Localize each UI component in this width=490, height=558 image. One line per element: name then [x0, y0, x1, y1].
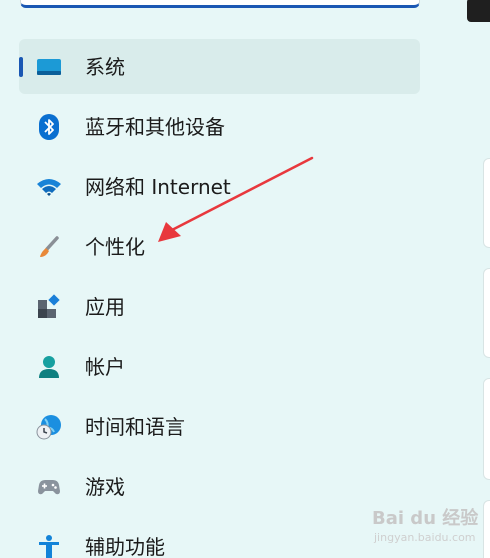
bluetooth-icon: [36, 114, 62, 140]
sidebar-item-time-language[interactable]: 时间和语言: [19, 399, 420, 454]
sidebar-item-accounts[interactable]: 帐户: [19, 339, 420, 394]
sidebar-item-label: 蓝牙和其他设备: [85, 115, 225, 139]
apps-icon: [36, 294, 62, 320]
sidebar-item-label: 辅助功能: [85, 535, 165, 558]
sidebar-item-apps[interactable]: 应用: [19, 279, 420, 334]
content-card: [483, 268, 490, 358]
sidebar-item-network[interactable]: 网络和 Internet: [19, 159, 420, 214]
sidebar-item-label: 网络和 Internet: [85, 175, 231, 199]
sidebar-item-label: 时间和语言: [85, 415, 185, 439]
wifi-icon: [36, 174, 62, 200]
sidebar-item-bluetooth[interactable]: 蓝牙和其他设备: [19, 99, 420, 154]
brush-icon: [36, 234, 62, 260]
display-icon: [36, 54, 62, 80]
sidebar-item-gaming[interactable]: 游戏: [19, 459, 420, 514]
globe-clock-icon: [36, 414, 62, 440]
sidebar-item-label: 个性化: [85, 235, 145, 259]
watermark-url: jingyan.baidu.com: [374, 531, 476, 544]
accessibility-icon: [36, 534, 62, 558]
gamepad-icon: [36, 474, 62, 500]
selection-indicator: [19, 57, 23, 77]
sidebar-item-label: 游戏: [85, 475, 125, 499]
sidebar-item-label: 帐户: [85, 355, 125, 379]
sidebar-item-accessibility[interactable]: 辅助功能: [19, 519, 420, 558]
content-card: [483, 158, 490, 248]
search-box[interactable]: [20, 0, 420, 8]
person-icon: [36, 354, 62, 380]
right-panel-edge: [467, 0, 490, 22]
content-card: [483, 378, 490, 480]
settings-window: 系统 蓝牙和其他设备 网络和 Internet 个性化 应用 帐户 时间和语言 …: [0, 0, 490, 558]
content-card: [483, 500, 490, 558]
watermark: Bai du 经验: [372, 508, 479, 529]
sidebar-item-personalization[interactable]: 个性化: [19, 219, 420, 274]
sidebar-item-label: 系统: [85, 55, 125, 79]
sidebar-item-system[interactable]: 系统: [19, 39, 420, 94]
sidebar-item-label: 应用: [85, 295, 125, 319]
settings-sidebar: 系统 蓝牙和其他设备 网络和 Internet 个性化 应用 帐户 时间和语言 …: [19, 39, 420, 558]
